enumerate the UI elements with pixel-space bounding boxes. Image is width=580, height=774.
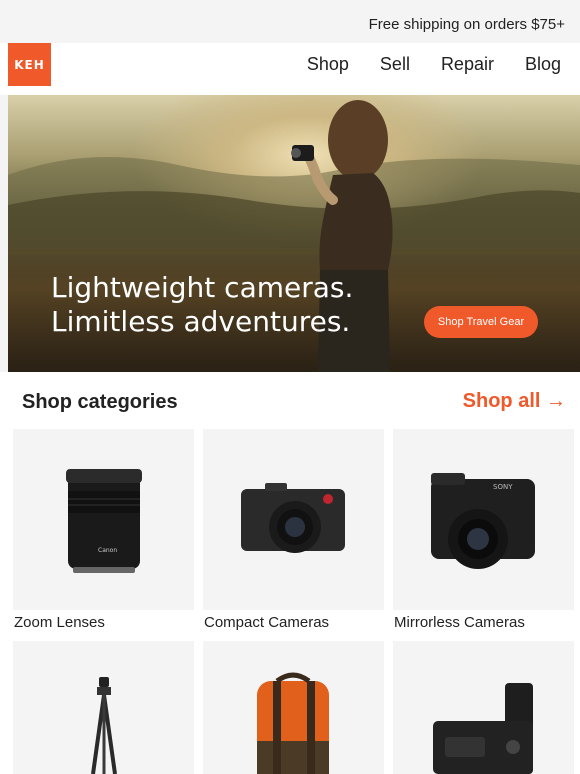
battery-grip-icon	[433, 683, 533, 774]
category-label-zoom-lenses[interactable]: Zoom Lenses	[14, 614, 105, 631]
zoom-lens-icon: Canon	[66, 469, 142, 573]
category-tile-mirrorless-cameras[interactable]: SONY	[393, 429, 574, 610]
announcement-bar: Free shipping on orders $75+	[0, 0, 580, 43]
category-tile-compact-cameras[interactable]	[203, 429, 384, 610]
logo-text: KEH	[14, 57, 45, 72]
hero-headline-line1: Lightweight cameras.	[51, 271, 354, 304]
hero-banner[interactable]: Lightweight cameras. Limitless adventure…	[8, 95, 580, 372]
keh-logo[interactable]: KEH	[8, 43, 51, 86]
category-tile-zoom-lenses[interactable]: Canon	[13, 429, 194, 610]
hero-headline: Lightweight cameras. Limitless adventure…	[51, 271, 353, 339]
shop-all-link[interactable]: Shop all →	[463, 390, 566, 413]
mirrorless-camera-icon: SONY	[431, 473, 535, 569]
category-tile-accessories[interactable]	[393, 641, 574, 774]
categories-header: Shop categories Shop all →	[0, 372, 580, 422]
shop-travel-gear-button[interactable]: Shop Travel Gear	[424, 306, 538, 338]
tripod-icon	[91, 677, 117, 774]
categories-title: Shop categories	[22, 391, 178, 413]
hero-headline-line2: Limitless adventures.	[51, 305, 351, 338]
free-shipping-text: Free shipping on orders $75+	[368, 16, 565, 33]
category-label-mirrorless-cameras[interactable]: Mirrorless Cameras	[394, 614, 525, 631]
nav-shop[interactable]: Shop	[307, 54, 349, 75]
category-tile-tripods[interactable]	[13, 641, 194, 774]
backpack-icon	[257, 672, 329, 774]
nav-repair[interactable]: Repair	[441, 54, 494, 75]
svg-text:SONY: SONY	[493, 483, 513, 491]
nav-sell[interactable]: Sell	[380, 54, 410, 75]
compact-camera-icon	[241, 483, 345, 553]
category-label-compact-cameras[interactable]: Compact Cameras	[204, 614, 329, 631]
category-tile-bags[interactable]	[203, 641, 384, 774]
main-nav: KEH Shop Sell Repair Blog	[0, 43, 580, 95]
nav-links: Shop Sell Repair Blog	[276, 54, 561, 75]
svg-text:Canon: Canon	[98, 547, 117, 554]
nav-blog[interactable]: Blog	[525, 54, 561, 75]
